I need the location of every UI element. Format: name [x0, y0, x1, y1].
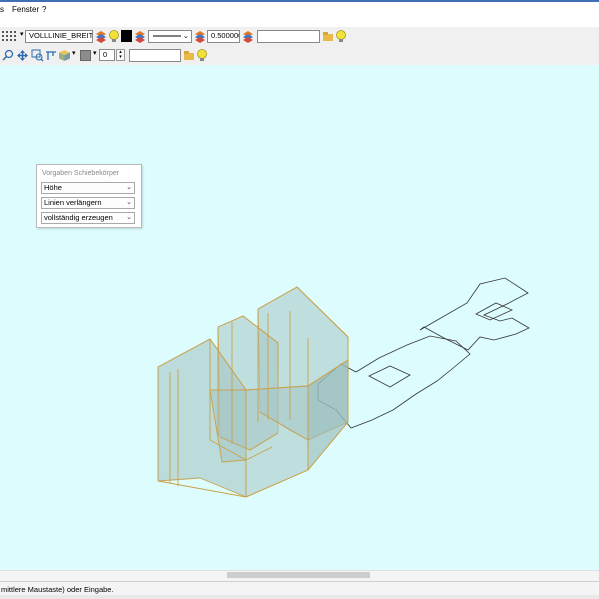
height-dropdown[interactable]: Höhe ⌄ [41, 182, 135, 194]
status-text: mittlere Maustaste) oder Eingabe. [1, 585, 114, 594]
generate-mode-dropdown[interactable]: vollständig erzeugen ⌄ [41, 212, 135, 224]
scrollbar-thumb[interactable] [227, 572, 370, 578]
extrusion-options-panel: Vorgaben Schiebekörper Höhe ⌄ Linien ver… [36, 164, 142, 228]
text-input[interactable] [257, 30, 320, 43]
dropdown-arrow-icon[interactable]: ▾ [20, 30, 24, 38]
folder-icon[interactable] [322, 30, 334, 43]
folder-icon[interactable] [183, 49, 195, 62]
menu-item-extras[interactable]: s [0, 5, 4, 15]
toolbar-view: ▾ ▾ 0 ▴ ▾ [0, 47, 599, 66]
line-width-field[interactable]: 0.500000 [207, 30, 240, 43]
layer-stack-icon[interactable] [134, 30, 146, 43]
color-swatch-icon[interactable] [80, 50, 91, 61]
cube-icon[interactable] [58, 49, 71, 62]
chevron-down-icon: ⌄ [126, 199, 132, 206]
layer-stack-icon[interactable] [95, 30, 107, 43]
color-swatch-icon[interactable] [121, 30, 132, 42]
measure-icon[interactable] [45, 49, 57, 62]
linestyle-select[interactable]: ⌄ [148, 30, 192, 43]
linestyle-icon [153, 35, 181, 37]
bulb-icon[interactable] [335, 29, 347, 44]
counter-field[interactable]: 0 [99, 49, 115, 61]
dropdown-arrow-icon[interactable]: ▾ [72, 49, 76, 57]
window-top-border [0, 0, 599, 2]
text-input[interactable] [129, 49, 181, 62]
menu-bar: s Fenster ? [0, 3, 599, 17]
zoom-window-icon[interactable] [31, 49, 44, 62]
linetype-field[interactable]: VOLLLINIE_BREIT [25, 30, 93, 43]
extruded-solid[interactable] [157, 286, 349, 498]
model-view [157, 277, 530, 498]
layer-stack-icon[interactable] [194, 30, 206, 43]
counter-spinner[interactable]: ▴ ▾ [116, 49, 125, 61]
pan-icon[interactable] [16, 49, 29, 62]
menu-item-fenster[interactable]: Fenster [12, 5, 39, 15]
dropdown-arrow-icon[interactable]: ▾ [93, 49, 97, 57]
drawing-canvas[interactable] [0, 65, 599, 570]
grid-icon[interactable] [1, 30, 19, 44]
toolbar-properties: ▾ VOLLLINIE_BREIT ⌄ 0.500000 [0, 27, 599, 48]
zoom-icon[interactable] [2, 49, 14, 62]
chevron-down-icon: ⌄ [182, 31, 189, 40]
extend-lines-dropdown[interactable]: Linien verlängern ⌄ [41, 197, 135, 209]
dropdown-value: Linien verlängern [44, 198, 102, 207]
chevron-down-icon: ⌄ [126, 214, 132, 221]
chevron-down-icon: ⌄ [126, 184, 132, 191]
dropdown-value: vollständig erzeugen [44, 213, 113, 222]
window-bottom-border [0, 595, 599, 599]
menu-item-help[interactable]: ? [42, 5, 46, 15]
letter-outline [317, 277, 530, 429]
layer-stack-icon[interactable] [242, 30, 254, 43]
panel-title: Vorgaben Schiebekörper [42, 170, 120, 177]
bulb-icon[interactable] [108, 29, 120, 44]
dropdown-value: Höhe [44, 183, 62, 192]
bulb-icon[interactable] [196, 48, 208, 63]
